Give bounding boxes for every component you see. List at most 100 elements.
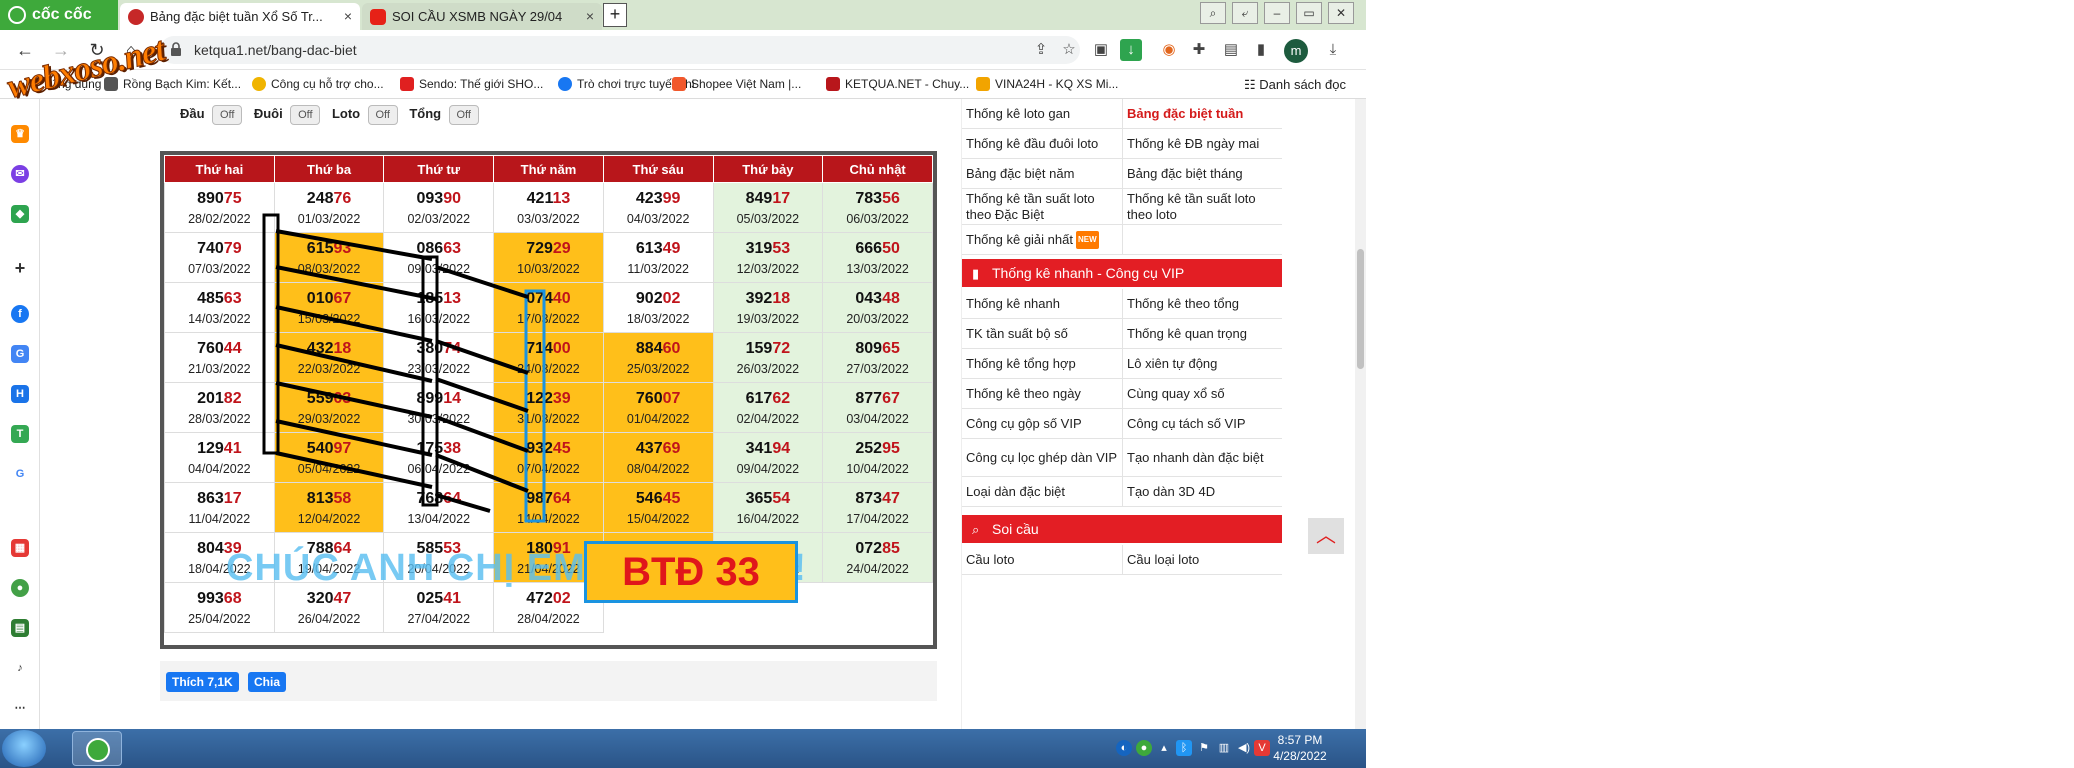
back-arrow-icon[interactable]: ⤶ — [1232, 2, 1258, 24]
bluetooth-icon[interactable]: ᛒ — [1176, 740, 1192, 756]
draw-date: 09/04/2022 — [736, 462, 800, 476]
taskbar-clock[interactable]: 8:57 PM 4/28/2022 — [1265, 732, 1335, 764]
chrome-extension-icon[interactable]: ◉ — [1158, 39, 1180, 61]
menu-thong-ke-nhanh[interactable]: Thống kê nhanh — [962, 289, 1122, 319]
volume-icon[interactable]: ◀) — [1236, 740, 1252, 756]
new-tab-button[interactable]: + — [603, 3, 627, 27]
menu-dau-duoi-loto[interactable]: Thống kê đầu đuôi loto — [962, 129, 1122, 159]
tray-arrow-icon[interactable]: ▴ — [1156, 740, 1172, 756]
facebook-icon[interactable]: f — [11, 305, 29, 323]
menu-cau-loto[interactable]: Cầu loto — [962, 545, 1122, 575]
bookmark-star-icon[interactable]: ☆ — [1058, 39, 1080, 61]
menu-dac-biet-nam[interactable]: Bảng đặc biệt năm — [962, 159, 1122, 189]
reading-list[interactable]: ☷ Danh sách đọc — [1244, 77, 1346, 93]
menu-dan-3d-4d[interactable]: Tạo dàn 3D 4D — [1122, 477, 1282, 507]
download-green-icon[interactable]: ↓ — [1120, 39, 1142, 61]
lock-icon[interactable] — [170, 41, 182, 57]
tab-soi-cau[interactable]: SOI CẦU XSMB NGÀY 29/04 × — [362, 3, 602, 30]
coccoc-tray-icon[interactable]: ● — [1136, 740, 1152, 756]
result-cell: 80439 18/04/2022 — [164, 532, 275, 583]
bell-icon[interactable]: ♪ — [11, 659, 29, 677]
menu-tan-suat-loto[interactable]: Thống kê tần suất loto theo loto — [1122, 189, 1282, 225]
menu-loai-dan[interactable]: Loại dàn đặc biệt — [962, 477, 1122, 507]
scrollbar-thumb[interactable] — [1357, 249, 1364, 369]
table-row: 74079 07/03/2022 61593 08/03/2022 08663 09/03… — [164, 232, 933, 283]
google-icon[interactable]: G — [11, 465, 29, 483]
close-tab-icon[interactable]: × — [586, 3, 594, 30]
tab-bang-dac-biet[interactable]: Bảng đặc biệt tuần Xổ Số Tr... × — [120, 3, 360, 30]
t-app-icon[interactable]: T — [11, 425, 29, 443]
h-app-icon[interactable]: H — [11, 385, 29, 403]
tab-search-icon[interactable]: ⌕ — [1200, 2, 1226, 24]
menu-db-ngay-mai[interactable]: Thống kê ĐB ngày mai — [1122, 129, 1282, 159]
menu-giai-nhat[interactable]: Thống kê giải nhất NEW — [962, 225, 1122, 255]
close-tab-icon[interactable]: × — [344, 3, 352, 30]
network-icon[interactable]: ▥ — [1216, 740, 1232, 756]
menu-gop-so[interactable]: Công cụ gộp số VIP — [962, 409, 1122, 439]
menu-cung-quay[interactable]: Cùng quay xổ số — [1122, 379, 1282, 409]
menu-theo-tong[interactable]: Thống kê theo tổng — [1122, 289, 1282, 319]
menu-quan-trong[interactable]: Thống kê quan trọng — [1122, 319, 1282, 349]
bookmark-sendo[interactable]: Sendo: Thế giới SHO... — [400, 77, 543, 91]
menu-dac-biet-thang[interactable]: Bảng đặc biệt tháng — [1122, 159, 1282, 189]
translate-icon[interactable]: G — [11, 345, 29, 363]
address-bar[interactable]: ketqua1.net/bang-dac-biet — [160, 36, 1080, 64]
scroll-to-top-button[interactable]: ︿ — [1308, 518, 1344, 554]
number-head: 437 — [635, 440, 663, 457]
menu-tong-hop[interactable]: Thống kê tổng hợp — [962, 349, 1122, 379]
menu-loc-ghep-dan[interactable]: Công cụ lọc ghép dàn VIP — [962, 439, 1122, 477]
filter-toggle-dau[interactable]: Off — [212, 105, 243, 125]
profile-avatar[interactable]: m — [1284, 39, 1308, 63]
extension-badge-icon[interactable]: ▣ — [1090, 39, 1112, 61]
share-page-icon[interactable]: ⇪ — [1030, 39, 1052, 61]
side-panel-icon[interactable]: ▤ — [1220, 39, 1242, 61]
shop-icon[interactable]: ▦ — [11, 539, 29, 557]
menu-cau-loai-loto[interactable]: Cầu loại loto — [1122, 545, 1282, 575]
url-text[interactable]: ketqua1.net/bang-dac-biet — [194, 42, 357, 58]
messenger-icon[interactable]: ✉ — [11, 165, 29, 183]
taskbar-coccoc-app[interactable] — [72, 731, 122, 766]
bookmark-shopee[interactable]: Shopee Việt Nam |... — [672, 77, 801, 91]
downloads-icon[interactable]: ⤓ — [1322, 39, 1344, 61]
bookmark-vina24h[interactable]: VINA24H - KQ XS Mi... — [976, 77, 1118, 91]
page-scrollbar[interactable] — [1355, 99, 1366, 729]
number-head: 043 — [855, 290, 883, 307]
add-panel-icon[interactable]: + — [11, 259, 29, 277]
flag-icon[interactable]: ⚑ — [1196, 740, 1212, 756]
sheet-icon[interactable]: ▤ — [11, 619, 29, 637]
browser-logo[interactable]: cốc cốc — [0, 0, 118, 30]
bookmark-rong-bach-kim[interactable]: Rồng Bạch Kim: Kết... — [104, 77, 241, 91]
back-icon[interactable]: ← — [14, 39, 36, 61]
sidebar-toggle-icon[interactable]: ▮ — [1250, 39, 1272, 61]
filter-toggle-duoi[interactable]: Off — [290, 105, 321, 125]
draw-date: 19/04/2022 — [297, 562, 361, 576]
menu-lo-xien[interactable]: Lô xiên tự động — [1122, 349, 1282, 379]
menu-theo-ngay[interactable]: Thống kê theo ngày — [962, 379, 1122, 409]
menu-loto-gan[interactable]: Thống kê loto gan — [962, 99, 1122, 129]
draw-date: 02/03/2022 — [407, 212, 471, 226]
filter-toggle-tong[interactable]: Off — [448, 105, 479, 125]
maximize-button[interactable]: ▭ — [1296, 2, 1322, 24]
game-icon[interactable]: ◆ — [11, 205, 29, 223]
facebook-like-button[interactable]: Thích 7,1K — [166, 672, 239, 692]
start-button[interactable] — [2, 730, 46, 767]
network-globe-icon[interactable]: ◐ — [1116, 740, 1132, 756]
menu-tan-suat-bo-so[interactable]: TK tần suất bộ số — [962, 319, 1122, 349]
number-head: 201 — [197, 390, 224, 407]
facebook-share-button[interactable]: Chia — [248, 672, 287, 692]
bookmark-cong-cu[interactable]: Công cụ hỗ trợ cho... — [252, 77, 384, 91]
location-icon[interactable]: ● — [11, 579, 29, 597]
menu-tan-suat-dac-biet[interactable]: Thống kê tần suất loto theo Đặc Biệt — [962, 189, 1122, 225]
menu-bang-dac-biet-tuan[interactable]: Bảng đặc biệt tuần — [1122, 99, 1282, 129]
bookmark-ketqua[interactable]: KETQUA.NET - Chuy... — [826, 77, 969, 91]
close-window-button[interactable]: ✕ — [1328, 2, 1354, 24]
minimize-button[interactable]: – — [1264, 2, 1290, 24]
puzzle-extensions-icon[interactable]: ✚ — [1188, 39, 1210, 61]
menu-tao-dan-dac-biet[interactable]: Tạo nhanh dàn đặc biệt — [1122, 439, 1282, 477]
crown-icon[interactable]: ♛ — [11, 125, 29, 143]
menu-tach-so[interactable]: Công cụ tách số VIP — [1122, 409, 1282, 439]
draw-date: 18/03/2022 — [626, 312, 690, 326]
filter-toggle-loto[interactable]: Off — [367, 105, 398, 125]
result-cell: 07285 24/04/2022 — [822, 532, 933, 583]
more-icon[interactable]: ⋯ — [11, 699, 29, 717]
